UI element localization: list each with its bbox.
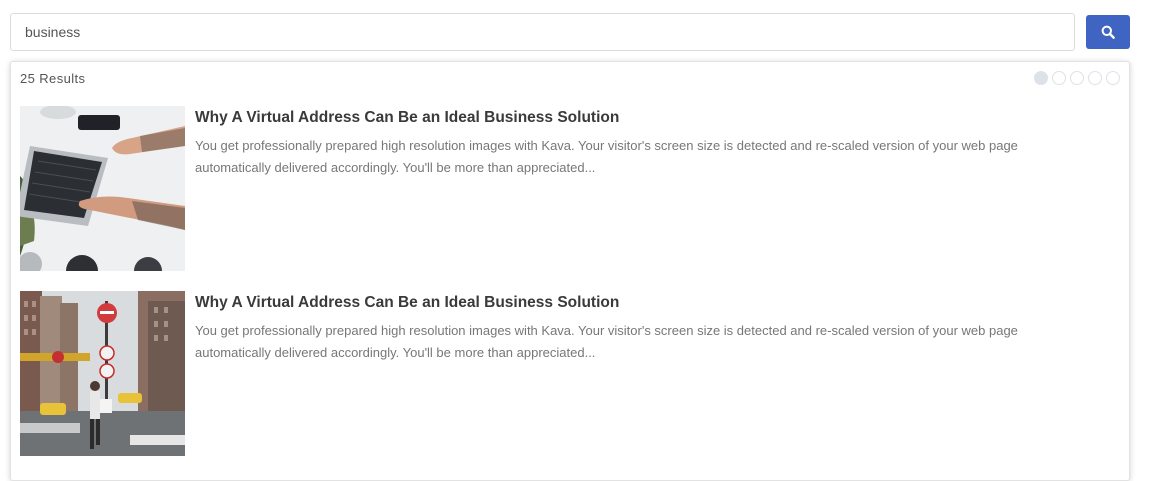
result-thumbnail-laptop-desk[interactable] xyxy=(20,106,185,271)
result-thumbnail-city-street[interactable] xyxy=(20,291,185,456)
result-item: Why A Virtual Address Can Be an Ideal Bu… xyxy=(20,291,1120,456)
pager-dot-4[interactable] xyxy=(1088,71,1102,85)
result-excerpt: You get professionally prepared high res… xyxy=(195,323,1018,360)
result-title-link[interactable]: Why A Virtual Address Can Be an Ideal Bu… xyxy=(195,294,619,312)
search-button[interactable] xyxy=(1086,15,1130,49)
search-bar xyxy=(10,13,1130,51)
pager-dot-3[interactable] xyxy=(1070,71,1084,85)
search-results-dropdown: 25 Results Why A Virtual Address Can Be … xyxy=(10,61,1130,481)
pager-dot-5[interactable] xyxy=(1106,71,1120,85)
results-count: 25 Results xyxy=(20,71,86,86)
search-input[interactable] xyxy=(10,13,1075,51)
results-pager xyxy=(1034,71,1120,85)
result-excerpt: You get professionally prepared high res… xyxy=(195,138,1018,175)
pager-dot-1[interactable] xyxy=(1034,71,1048,85)
result-title-link[interactable]: Why A Virtual Address Can Be an Ideal Bu… xyxy=(195,109,619,127)
result-item: Why A Virtual Address Can Be an Ideal Bu… xyxy=(20,106,1120,271)
pager-dot-2[interactable] xyxy=(1052,71,1066,85)
search-icon xyxy=(1101,25,1115,39)
